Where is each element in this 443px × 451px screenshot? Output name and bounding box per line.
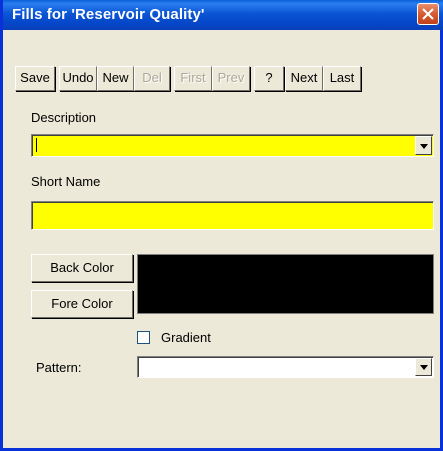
description-combobox[interactable] (31, 134, 434, 157)
undo-button[interactable]: Undo (59, 66, 97, 91)
pattern-label: Pattern: (36, 360, 82, 375)
title-bar[interactable]: Fills for 'Reservoir Quality' (3, 0, 443, 30)
fore-color-button[interactable]: Fore Color (31, 290, 133, 318)
gradient-checkbox[interactable] (137, 331, 150, 344)
dialog-window: Fills for 'Reservoir Quality' Save Undo … (0, 0, 443, 451)
save-button[interactable]: Save (15, 66, 55, 91)
color-preview-swatch (137, 254, 434, 314)
delete-button[interactable]: Del (134, 66, 170, 91)
next-button[interactable]: Next (285, 66, 323, 91)
help-button[interactable]: ? (254, 66, 284, 91)
last-button[interactable]: Last (323, 66, 361, 91)
new-button[interactable]: New (97, 66, 134, 91)
close-icon (422, 8, 434, 20)
short-name-label: Short Name (31, 174, 101, 189)
window-title: Fills for 'Reservoir Quality' (12, 6, 205, 23)
description-dropdown-button[interactable] (415, 136, 432, 155)
chevron-down-icon (420, 144, 428, 149)
pattern-combobox[interactable] (137, 356, 434, 378)
text-caret (36, 138, 37, 152)
close-button[interactable] (417, 3, 439, 25)
back-color-button[interactable]: Back Color (31, 254, 133, 282)
prev-button[interactable]: Prev (212, 66, 250, 91)
gradient-label: Gradient (161, 330, 211, 345)
short-name-input[interactable] (31, 201, 434, 230)
first-button[interactable]: First (174, 66, 212, 91)
chevron-down-icon (420, 365, 428, 370)
description-label: Description (31, 110, 97, 125)
pattern-dropdown-button[interactable] (415, 358, 432, 376)
